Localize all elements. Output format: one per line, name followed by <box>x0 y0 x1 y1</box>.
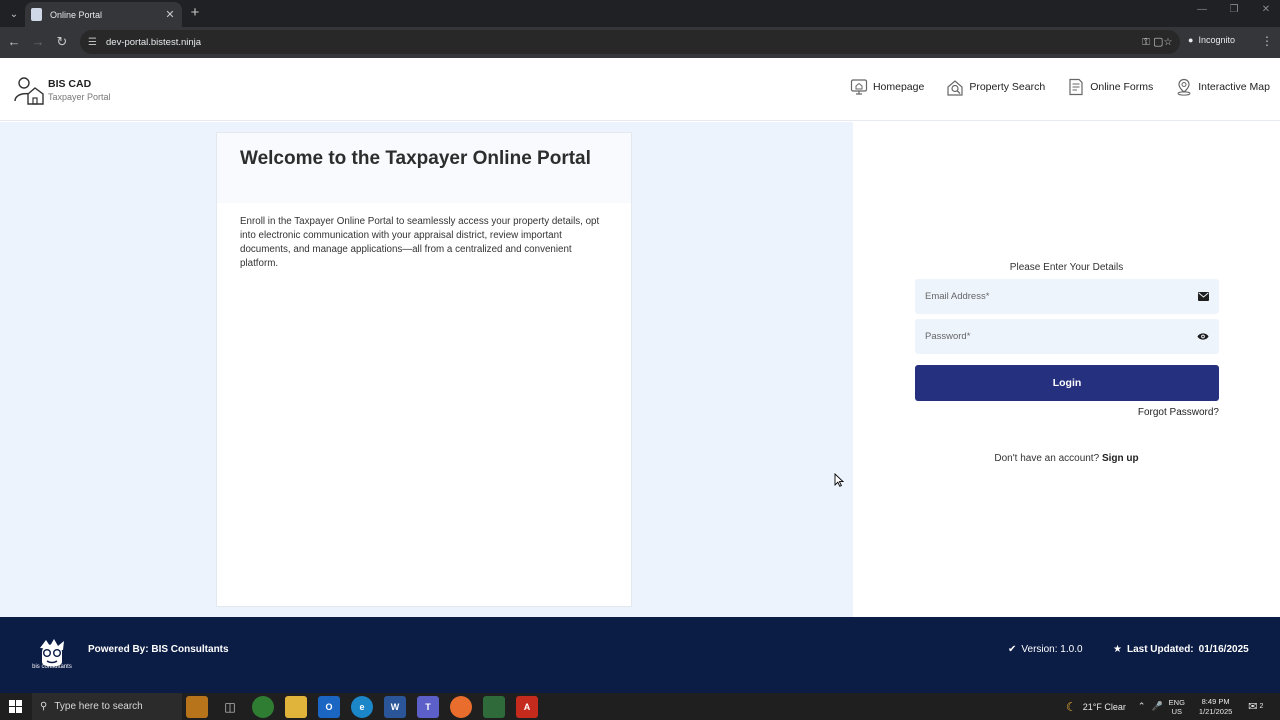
document-icon <box>1069 78 1083 96</box>
footer-logo-text: bis consultants <box>32 664 72 670</box>
version-text: Version: 1.0.0 <box>1021 644 1083 655</box>
nav-property-search[interactable]: Property Search <box>946 78 1045 96</box>
signup-prompt-text: Don't have an account? <box>994 453 1100 464</box>
nav-homepage-label: Homepage <box>872 81 925 93</box>
incognito-icon: ● <box>1188 35 1194 45</box>
window-controls: — ❐ ✕ <box>1196 4 1272 15</box>
new-tab-icon[interactable]: + <box>187 5 203 21</box>
language-indicator[interactable]: ENG US <box>1169 698 1185 716</box>
search-icon: ⚲ <box>40 701 48 712</box>
windows-taskbar: ⚲ Type here to search ◫ O e W T A ☾ 21°F… <box>0 693 1280 720</box>
welcome-title: Welcome to the Taxpayer Online Portal <box>240 148 591 169</box>
taskbar-apps: ◫ O e W T A <box>186 696 538 718</box>
teams-icon[interactable]: T <box>417 696 439 718</box>
nav-property-search-label: Property Search <box>969 81 1046 93</box>
nav-online-forms[interactable]: Online Forms <box>1067 78 1153 96</box>
signup-link[interactable]: Sign up <box>1102 453 1139 464</box>
forward-icon[interactable]: → <box>30 34 46 50</box>
tray-chevron-icon[interactable]: ⌃ <box>1138 701 1146 712</box>
notification-count: 2 <box>1259 703 1264 710</box>
password-input[interactable] <box>925 331 1197 342</box>
site-header: BIS CAD Taxpayer Portal Homepage Propert… <box>0 58 1280 121</box>
welcome-card-header: Welcome to the Taxpayer Online Portal <box>217 133 631 203</box>
login-button[interactable]: Login <box>915 365 1219 401</box>
checkmark-icon: ✔ <box>1008 644 1017 655</box>
moon-weather-icon: ☾ <box>1066 699 1077 714</box>
close-window-icon[interactable]: ✕ <box>1260 4 1272 15</box>
tab-close-icon[interactable]: ✕ <box>164 8 176 21</box>
clock-date: 1/21/2025 <box>1198 706 1233 716</box>
brand-title[interactable]: BIS CAD <box>48 78 91 90</box>
site-footer: bis consultants Powered By: BIS Consulta… <box>0 617 1280 693</box>
reload-icon[interactable]: ↻ <box>54 34 70 50</box>
bis-consultants-logo-icon <box>40 639 64 667</box>
version-info: ✔ Version: 1.0.0 <box>1008 644 1083 655</box>
nav-online-forms-label: Online Forms <box>1090 81 1154 93</box>
mouse-cursor-icon <box>834 473 844 487</box>
weather-text[interactable]: 21°F Clear <box>1083 702 1126 712</box>
windows-start-icon[interactable] <box>9 700 22 713</box>
taskbar-search-placeholder: Type here to search <box>54 701 143 712</box>
word-icon[interactable]: W <box>384 696 406 718</box>
browser-menu-icon[interactable]: ⋮ <box>1261 34 1273 48</box>
incognito-label: Incognito <box>1198 35 1235 45</box>
file-explorer-icon[interactable] <box>285 696 307 718</box>
password-field[interactable] <box>915 319 1219 354</box>
microphone-icon[interactable]: 🎤 <box>1151 701 1162 712</box>
outlook-icon[interactable]: O <box>318 696 340 718</box>
property-search-icon <box>947 80 963 96</box>
powered-by: Powered By: BIS Consultants <box>88 644 229 655</box>
chrome-icon[interactable] <box>252 696 274 718</box>
nav-interactive-map-label: Interactive Map <box>1198 81 1270 93</box>
clock-time: 8:49 PM <box>1201 696 1230 706</box>
extensions-icon[interactable]: ▢ <box>1153 35 1163 48</box>
brand-subtitle: Taxpayer Portal <box>48 92 111 102</box>
notification-icon[interactable]: ✉ <box>1248 700 1257 713</box>
monitor-icon <box>850 79 868 95</box>
browser-tabbar: ⌄ Online Portal ✕ + — ❐ ✕ <box>0 0 1280 27</box>
forgot-password-link[interactable]: Forgot Password? <box>1060 407 1219 418</box>
lang-bottom: US <box>1171 706 1182 716</box>
system-tray: ☾ 21°F Clear ⌃ 🎤 ENG US 8:49 PM 1/21/202… <box>1066 693 1263 720</box>
last-updated-value: 01/16/2025 <box>1198 644 1249 655</box>
task-view-icon[interactable]: ◫ <box>219 696 241 718</box>
site-info-icon[interactable]: ☰ <box>88 37 102 48</box>
tab-search-chevron-icon[interactable]: ⌄ <box>4 4 24 24</box>
house-user-logo-icon[interactable] <box>14 75 44 105</box>
last-updated-info: ★ Last Updated: 01/16/2025 <box>1113 644 1249 655</box>
address-bar[interactable]: ☰ dev-portal.bistest.ninja ⚿ ☆ <box>80 30 1180 54</box>
envelope-icon <box>1197 291 1209 303</box>
nav-homepage[interactable]: Homepage <box>850 78 924 96</box>
orange-app-icon[interactable] <box>450 696 472 718</box>
terminal-app-icon[interactable] <box>483 696 505 718</box>
edge-icon[interactable]: e <box>351 696 373 718</box>
signup-prompt: Don't have an account? Sign up <box>914 453 1219 464</box>
minimize-icon[interactable]: — <box>1196 4 1208 15</box>
acrobat-icon[interactable]: A <box>516 696 538 718</box>
lang-top: ENG <box>1168 697 1185 707</box>
welcome-description: Enroll in the Taxpayer Online Portal to … <box>240 216 600 269</box>
briefcase-icon[interactable] <box>186 696 208 718</box>
eye-icon[interactable] <box>1197 331 1209 343</box>
taskbar-search[interactable]: ⚲ Type here to search <box>32 693 182 720</box>
browser-tab[interactable]: Online Portal ✕ <box>25 2 182 27</box>
email-input[interactable] <box>925 291 1197 302</box>
login-heading: Please Enter Your Details <box>1009 262 1124 273</box>
restore-icon[interactable]: ❐ <box>1228 4 1240 15</box>
welcome-card: Welcome to the Taxpayer Online Portal En… <box>216 132 632 607</box>
clock[interactable]: 8:49 PM 1/21/2025 <box>1199 697 1232 717</box>
star-icon: ★ <box>1113 644 1122 655</box>
last-updated-label: Last Updated: <box>1126 644 1194 655</box>
nav-interactive-map[interactable]: Interactive Map <box>1175 78 1270 96</box>
browser-toolbar: ← → ↻ ☰ dev-portal.bistest.ninja ⚿ ☆ ▢ ●… <box>0 27 1280 58</box>
map-pin-icon <box>1177 78 1191 96</box>
url-text[interactable]: dev-portal.bistest.ninja <box>106 37 1136 48</box>
page-favicon-icon <box>31 8 42 21</box>
incognito-badge[interactable]: ● Incognito <box>1188 35 1235 45</box>
tab-title: Online Portal <box>50 9 103 20</box>
back-icon[interactable]: ← <box>6 34 22 50</box>
email-field[interactable] <box>915 279 1219 314</box>
main-nav: Homepage Property Search Online Forms In… <box>850 78 1270 96</box>
